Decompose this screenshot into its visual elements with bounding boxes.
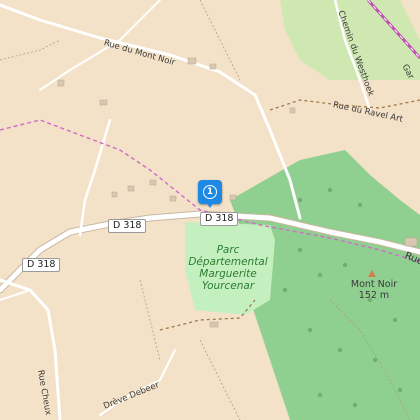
building xyxy=(149,179,157,186)
building xyxy=(111,191,118,198)
building xyxy=(229,194,237,201)
road-shield-d318: D 318 xyxy=(22,258,61,272)
marker-number: 1 xyxy=(203,185,217,199)
building xyxy=(127,185,135,192)
marker-tip xyxy=(206,202,214,208)
road-rue-cheux[interactable] xyxy=(0,278,62,420)
map-view[interactable]: Rue du Mont Noir Chemin du Westhoek Rue … xyxy=(0,0,420,420)
peak-name: Mont Noir xyxy=(350,279,398,290)
location-marker[interactable]: 1 xyxy=(198,180,222,208)
building xyxy=(209,63,217,70)
building xyxy=(169,195,177,202)
road-sw-branch[interactable] xyxy=(0,289,31,301)
building xyxy=(57,79,65,87)
road-north-branch[interactable] xyxy=(39,0,161,91)
building xyxy=(289,107,296,114)
peak-label: Mont Noir 152 m xyxy=(342,279,406,301)
building xyxy=(187,57,197,65)
road-shield-d318: D 318 xyxy=(200,212,239,226)
park-label: Parc Départemental Marguerite Yourcenar xyxy=(188,244,268,292)
building xyxy=(404,237,418,247)
road-west-branch[interactable] xyxy=(78,118,112,237)
building xyxy=(209,321,219,328)
peak-elevation: 152 m xyxy=(358,290,390,301)
road-shield-d318: D 318 xyxy=(108,219,147,233)
building xyxy=(99,99,108,106)
